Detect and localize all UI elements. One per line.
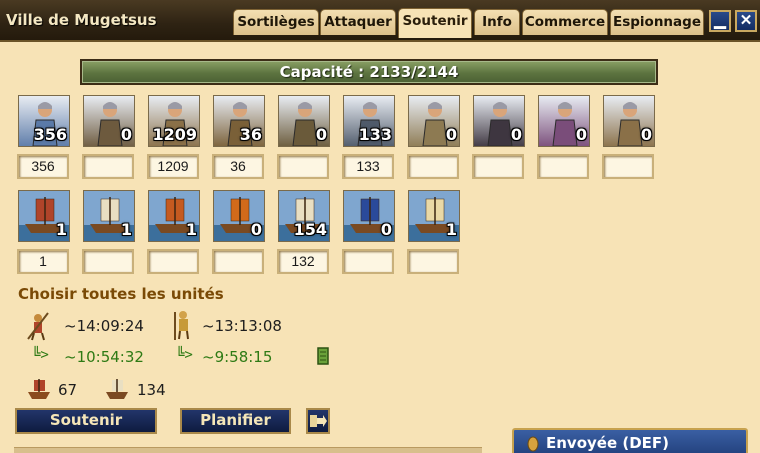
hoplite-icon[interactable]: 36 [213, 95, 265, 147]
tab-trade[interactable]: Commerce [522, 9, 608, 35]
slow-ship-capacity: 67 [58, 381, 78, 399]
tab-support[interactable]: Soutenir [398, 8, 472, 38]
unit-quantity-input[interactable]: 133 [342, 154, 394, 179]
catapult-icon[interactable]: 0 [408, 95, 460, 147]
support-window: Ville de Mugetsus Sortilèges Attaquer So… [0, 0, 760, 453]
unit-quantity-input[interactable] [407, 154, 459, 179]
siren-icon[interactable]: 0 [538, 95, 590, 147]
divider [14, 447, 482, 453]
sent-defense-label: Envoyée (DEF) [546, 434, 670, 452]
title-bar[interactable]: Ville de Mugetsus Sortilèges Attaquer So… [0, 0, 760, 42]
tab-spells[interactable]: Sortilèges [233, 9, 319, 35]
unit-quantity-input[interactable]: 1209 [147, 154, 199, 179]
tab-espionage[interactable]: Espionnage [610, 9, 704, 35]
unit-count: 36 [239, 125, 262, 144]
fast-transport-icon[interactable]: 154 [278, 190, 330, 242]
unit-count: 1 [445, 220, 457, 239]
unit-quantity-input[interactable] [537, 154, 589, 179]
unit-count: 133 [358, 125, 392, 144]
tab-attack[interactable]: Attaquer [320, 9, 396, 35]
unit-quantity-input[interactable] [602, 154, 654, 179]
unit-count: 0 [510, 125, 522, 144]
unit-count: 154 [293, 220, 327, 239]
attack-ship-icon[interactable]: 1 [148, 190, 200, 242]
unit-quantity-input[interactable] [277, 154, 329, 179]
transport-boat-icon[interactable]: 1 [18, 190, 70, 242]
travel-time-slow: ~14:09:24 [64, 317, 144, 335]
travel-time-fast: ~13:13:08 [202, 317, 282, 335]
sent-defense-panel[interactable]: Envoyée (DEF) [512, 428, 748, 453]
unit-quantity-input[interactable] [472, 154, 524, 179]
tab-info[interactable]: Info [474, 9, 520, 35]
capacity-bar: Capacité : 2133/2144 [80, 59, 658, 85]
unit-quantity-input[interactable]: 356 [17, 154, 69, 179]
swordsman-icon[interactable]: 356 [18, 95, 70, 147]
bireme-icon[interactable]: 1 [83, 190, 135, 242]
unit-count: 1209 [152, 125, 197, 144]
fast-ship-capacity: 134 [137, 381, 166, 399]
arrival-arrow-icon: ╚> [32, 347, 49, 363]
unit-count: 1 [120, 220, 132, 239]
unit-quantity-input[interactable]: 36 [212, 154, 264, 179]
unit-count: 0 [640, 125, 652, 144]
unit-quantity-input[interactable] [147, 249, 199, 274]
manticore-icon[interactable]: 0 [473, 95, 525, 147]
unit-count: 0 [250, 220, 262, 239]
window-title: Ville de Mugetsus [6, 11, 157, 29]
scroll-icon[interactable] [314, 345, 332, 367]
slinger-icon[interactable]: 0 [83, 95, 135, 147]
archer-icon[interactable]: 1209 [148, 95, 200, 147]
unit-quantity-input[interactable] [82, 249, 134, 274]
minimize-icon[interactable]: ▁ [709, 10, 731, 32]
unit-count: 0 [575, 125, 587, 144]
select-all-units-link[interactable]: Choisir toutes les unités [18, 285, 224, 303]
unit-count: 1 [55, 220, 67, 239]
unit-count: 0 [380, 220, 392, 239]
forward-icon[interactable] [306, 408, 330, 434]
unit-count: 0 [315, 125, 327, 144]
colony-ship-icon[interactable]: 1 [408, 190, 460, 242]
arrival-time-slow: ~10:54:32 [64, 348, 144, 366]
unit-quantity-input[interactable] [342, 249, 394, 274]
unit-quantity-input[interactable]: 132 [277, 249, 329, 274]
hero-icon[interactable]: 0 [603, 95, 655, 147]
unit-count: 356 [33, 125, 67, 144]
chariot-icon[interactable]: 133 [343, 95, 395, 147]
fast-unit-icon [174, 311, 189, 340]
unit-quantity-input[interactable]: 1 [17, 249, 69, 274]
unit-count: 1 [185, 220, 197, 239]
horseman-icon[interactable]: 0 [278, 95, 330, 147]
unit-quantity-input[interactable] [212, 249, 264, 274]
arrival-time-fast: ~9:58:15 [202, 348, 273, 366]
fire-ship-icon[interactable]: 0 [213, 190, 265, 242]
unit-quantity-input[interactable] [82, 154, 134, 179]
slow-ship-icon [28, 379, 50, 399]
support-button[interactable]: Soutenir [15, 408, 157, 434]
bell-icon [527, 436, 539, 452]
slow-unit-icon [27, 312, 49, 341]
unit-count: 0 [445, 125, 457, 144]
plan-button[interactable]: Planifier [180, 408, 291, 434]
fast-ship-icon [106, 379, 128, 399]
trireme-icon[interactable]: 0 [343, 190, 395, 242]
unit-count: 0 [120, 125, 132, 144]
arrival-arrow-icon-2: ╚> [176, 347, 193, 363]
close-icon[interactable]: ✕ [735, 10, 757, 32]
unit-quantity-input[interactable] [407, 249, 459, 274]
